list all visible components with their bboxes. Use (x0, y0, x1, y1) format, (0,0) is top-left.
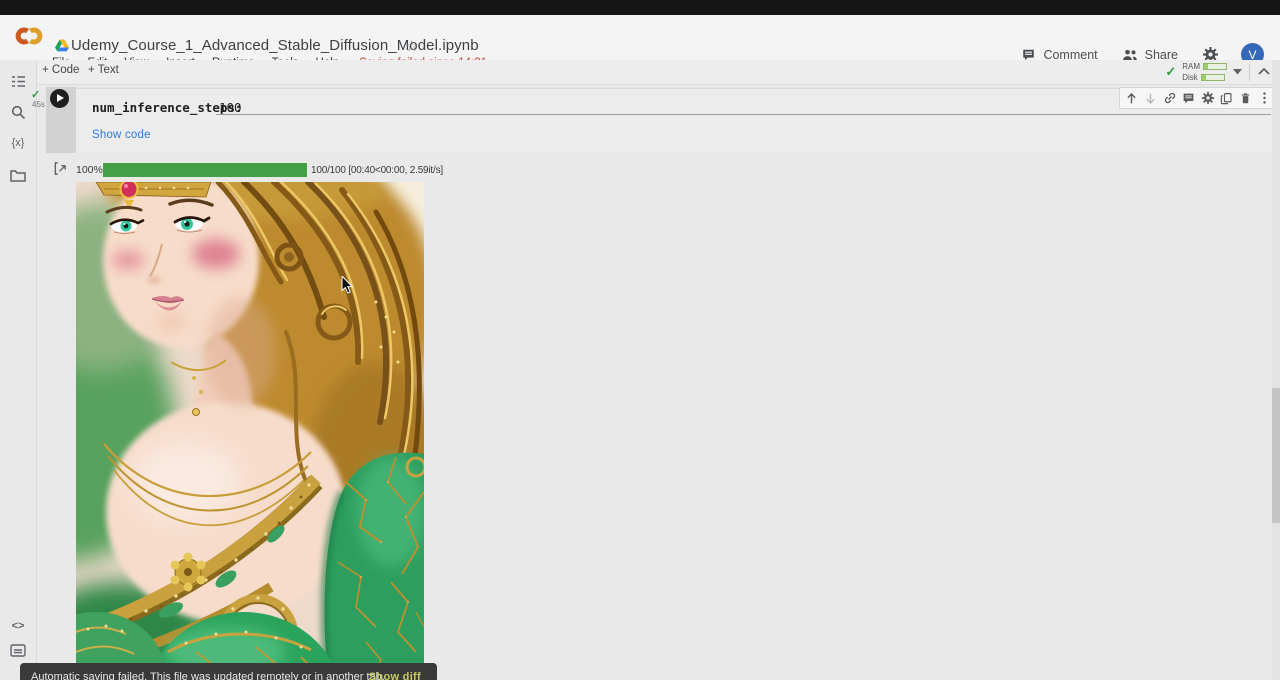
colab-logo-icon[interactable] (13, 25, 45, 47)
add-code-button[interactable]: + Code (42, 64, 79, 76)
scrollbar-thumb[interactable] (1272, 388, 1280, 523)
scrollbar-track (1272, 60, 1280, 680)
progress-stats: 100/100 [00:40<00:00, 2.59it/s] (311, 165, 443, 176)
more-cell-actions-kebab-icon[interactable] (1256, 90, 1273, 106)
autosave-failed-toast: Automatic saving failed. This file was u… (20, 663, 437, 680)
ram-label: RAM (1182, 62, 1200, 71)
variables-icon[interactable]: {x} (9, 134, 27, 152)
resources-indicator[interactable]: ✓ RAM Disk (1165, 62, 1242, 82)
header: Udemy_Course_1_Advanced_Stable_Diffusion… (0, 15, 1280, 60)
runtime-connected-check-icon: ✓ (1165, 64, 1176, 80)
editor-settings-gear-icon[interactable] (1199, 90, 1216, 106)
colab-notebook-window: Udemy_Course_1_Advanced_Stable_Diffusion… (0, 0, 1280, 680)
run-cell-button[interactable] (50, 89, 69, 108)
show-diff-button[interactable]: Show diff (369, 671, 421, 680)
left-sidebar: {x} <> (0, 60, 37, 680)
collapse-toolbar-chevron-icon[interactable] (1256, 65, 1272, 77)
mirror-cell-copy-icon[interactable] (1218, 90, 1235, 106)
mouse-cursor (341, 276, 355, 296)
add-comment-icon[interactable] (1180, 90, 1197, 106)
search-icon[interactable] (9, 103, 27, 121)
ram-disk-gauges: RAM Disk (1182, 62, 1227, 82)
delete-cell-trash-icon[interactable] (1237, 90, 1254, 106)
toast-message: Automatic saving failed. This file was u… (31, 671, 385, 680)
disk-gauge (1201, 74, 1225, 81)
move-cell-up-icon[interactable] (1123, 90, 1140, 106)
ram-gauge (1203, 63, 1227, 70)
cell-exec-time: 45s (32, 100, 45, 109)
star-icon[interactable]: ☆ (405, 37, 418, 55)
add-text-button[interactable]: + Text (88, 64, 119, 76)
copy-cell-link-icon[interactable] (1161, 90, 1178, 106)
show-code-link[interactable]: Show code (92, 129, 151, 141)
code-snippets-icon[interactable]: <> (9, 617, 27, 635)
screen-top-letterbox (0, 0, 1280, 15)
cell-toolbar (1119, 87, 1277, 109)
progress-bar (103, 163, 307, 177)
notebook-toolbar: + Code + Text ✓ RAM Disk (36, 60, 1280, 85)
output-indicator-icon[interactable] (53, 161, 68, 176)
drive-file-icon (55, 39, 69, 52)
form-field-input[interactable]: 100 (219, 100, 242, 115)
play-icon (57, 94, 64, 102)
code-cell[interactable] (76, 88, 1272, 153)
progress-percent: 100% (76, 164, 103, 176)
table-of-contents-icon[interactable] (9, 72, 27, 90)
move-cell-down-icon[interactable] (1142, 90, 1159, 106)
resources-dropdown-icon[interactable] (1233, 69, 1242, 75)
terminal-icon[interactable] (9, 641, 27, 659)
toolbar-divider (1249, 64, 1250, 81)
files-icon[interactable] (9, 166, 27, 184)
disk-label: Disk (1182, 73, 1198, 82)
form-field-underline (216, 114, 1271, 115)
generated-image (76, 182, 424, 680)
